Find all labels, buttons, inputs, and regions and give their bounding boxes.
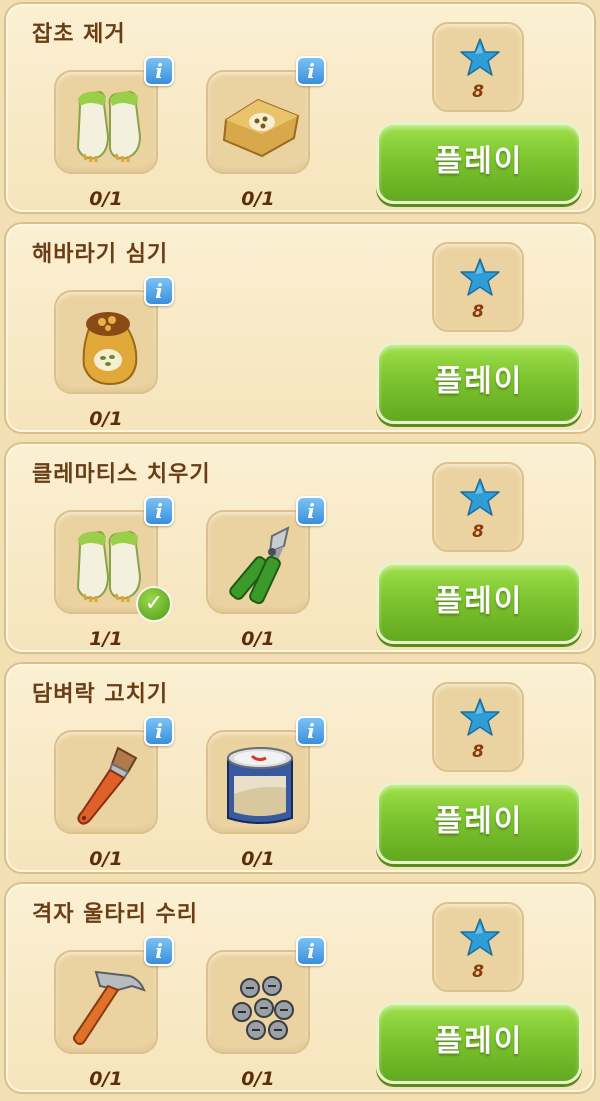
seed-sack-icon	[82, 312, 138, 386]
paint-can-icon	[227, 747, 293, 824]
task-title: 해바라기 심기	[32, 242, 169, 267]
item-slot[interactable]: i	[206, 496, 326, 614]
item-slot[interactable]: i	[206, 716, 326, 834]
reward-tile: 8	[432, 242, 524, 332]
item-count: 0/1	[89, 408, 123, 430]
info-button[interactable]: i	[296, 56, 326, 86]
hammer-icon	[73, 970, 146, 1045]
task-title: 격자 울타리 수리	[32, 902, 198, 927]
info-button[interactable]: i	[296, 716, 326, 746]
paint-brush-icon	[77, 746, 138, 825]
reward-tile: 8	[432, 462, 524, 552]
screws-icon	[232, 976, 294, 1040]
info-button[interactable]: i	[144, 936, 174, 966]
task-card-clear-clematis: 클레마티스 치우기 i ✓ 1/1 i 0/1 8 플레이	[4, 442, 596, 654]
item-slot[interactable]: i	[206, 56, 326, 174]
item-tile	[54, 70, 158, 174]
task-title: 잡초 제거	[32, 22, 126, 47]
play-button[interactable]: 플레이	[376, 1002, 582, 1084]
play-button[interactable]: 플레이	[376, 782, 582, 864]
reward-count: 8	[472, 962, 484, 982]
reward-count: 8	[472, 302, 484, 322]
item-tile	[54, 290, 158, 394]
task-title: 클레마티스 치우기	[32, 462, 211, 487]
reward-tile: 8	[432, 682, 524, 772]
info-button[interactable]: i	[296, 936, 326, 966]
item-slot[interactable]: i	[206, 936, 326, 1054]
item-tile	[54, 950, 158, 1054]
task-card-plant-sunflower: 해바라기 심기 i 0/1 8 플레이	[4, 222, 596, 434]
item-count: 0/1	[241, 1068, 275, 1090]
item-count: 0/1	[89, 1068, 123, 1090]
seed-bag-flat-icon	[222, 98, 300, 158]
item-tile	[206, 510, 310, 614]
garden-gloves-icon	[76, 90, 142, 163]
item-slot[interactable]: i	[54, 716, 174, 834]
info-button[interactable]: i	[296, 496, 326, 526]
item-tile	[54, 730, 158, 834]
info-button[interactable]: i	[144, 56, 174, 86]
item-count: 0/1	[89, 848, 123, 870]
item-count: 1/1	[89, 628, 123, 650]
item-slot[interactable]: i	[54, 56, 174, 174]
item-count: 0/1	[241, 188, 275, 210]
play-button[interactable]: 플레이	[376, 122, 582, 204]
task-card-weeding: 잡초 제거 i 0/1 i 0/1 8 플레이	[4, 2, 596, 214]
blue-star-icon	[460, 258, 500, 296]
play-button[interactable]: 플레이	[376, 342, 582, 424]
pruning-shears-icon	[229, 526, 290, 605]
blue-star-icon	[460, 918, 500, 956]
check-badge-icon: ✓	[136, 586, 172, 622]
reward-count: 8	[472, 742, 484, 762]
item-slot[interactable]: i	[54, 276, 174, 394]
blue-star-icon	[460, 698, 500, 736]
reward-count: 8	[472, 82, 484, 102]
play-button[interactable]: 플레이	[376, 562, 582, 644]
item-tile	[206, 730, 310, 834]
item-tile	[206, 950, 310, 1054]
task-card-fix-wall: 담벼락 고치기 i 0/1 i 0/1 8 플레이	[4, 662, 596, 874]
task-title: 담벼락 고치기	[32, 682, 169, 707]
blue-star-icon	[460, 478, 500, 516]
reward-count: 8	[472, 522, 484, 542]
item-count: 0/1	[241, 848, 275, 870]
info-button[interactable]: i	[144, 496, 174, 526]
info-button[interactable]: i	[144, 716, 174, 746]
reward-tile: 8	[432, 902, 524, 992]
item-slot[interactable]: i ✓	[54, 496, 174, 622]
item-count: 0/1	[241, 628, 275, 650]
info-button[interactable]: i	[144, 276, 174, 306]
item-slot[interactable]: i	[54, 936, 174, 1054]
item-tile	[206, 70, 310, 174]
reward-tile: 8	[432, 22, 524, 112]
item-count: 0/1	[89, 188, 123, 210]
task-card-repair-trellis: 격자 울타리 수리 i 0/1 i 0/1 8 플레이	[4, 882, 596, 1094]
blue-star-icon	[460, 38, 500, 76]
